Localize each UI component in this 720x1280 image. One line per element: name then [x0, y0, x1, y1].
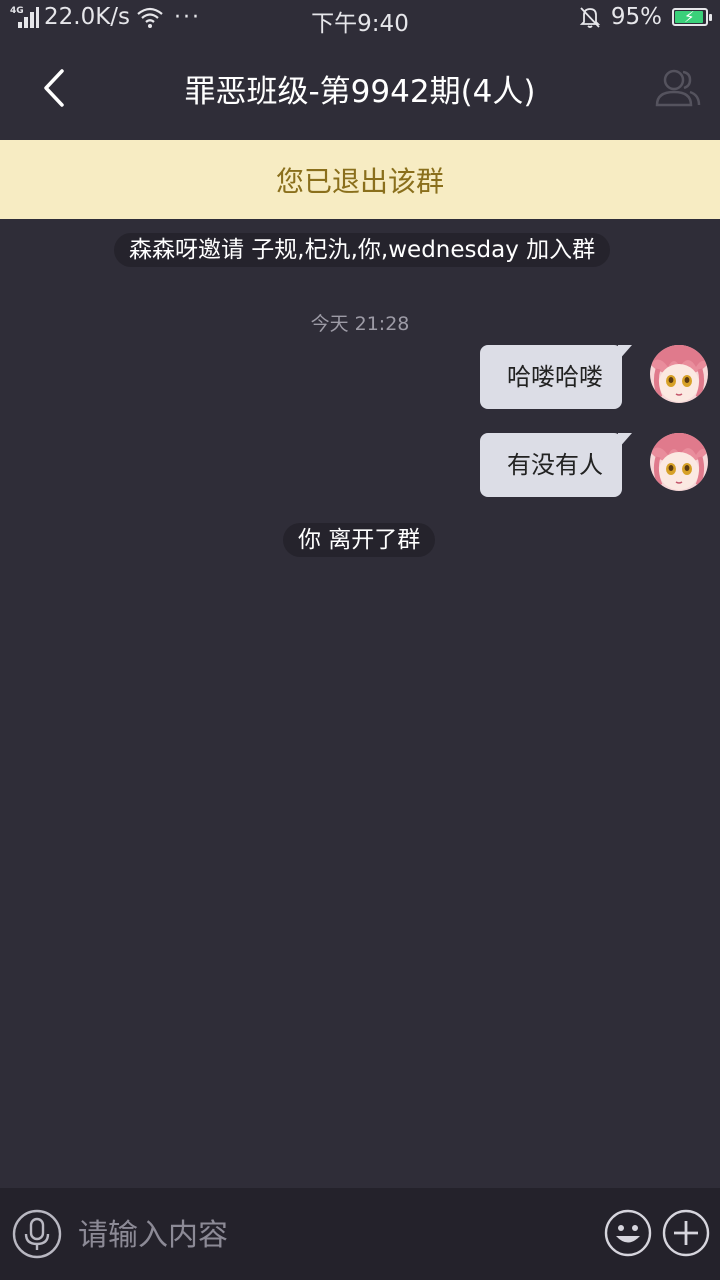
chat-area[interactable]: 森森呀邀请 子规,杞氿,你,wednesday 加入群 今天 21:28 哈喽哈… — [0, 219, 720, 1188]
leave-system-message: 你 离开了群 — [283, 523, 436, 557]
message-row: 有没有人 — [480, 433, 708, 497]
input-bar — [0, 1188, 720, 1280]
battery-percent: 95% — [610, 4, 662, 30]
nav-bar: 罪恶班级-第9942期(4人) — [0, 36, 720, 140]
message-bubble[interactable]: 有没有人 — [480, 433, 632, 497]
left-group-banner: 您已退出该群 — [0, 140, 720, 219]
status-bar: 4G 22.0K/s ··· 下午9:40 95% ⚡ — [0, 0, 720, 37]
anime-avatar-icon — [650, 433, 708, 491]
left-group-notice: 您已退出该群 — [275, 164, 444, 198]
message-row: 哈喽哈喽 — [480, 345, 708, 409]
more-actions-button[interactable] — [662, 1209, 710, 1257]
bubble-tail — [618, 433, 632, 449]
message-text: 哈喽哈喽 — [507, 363, 603, 391]
avatar[interactable] — [650, 345, 708, 403]
message-bubble[interactable]: 哈喽哈喽 — [480, 345, 632, 409]
emoji-button[interactable] — [604, 1209, 652, 1257]
message-timestamp: 今天 21:28 — [310, 313, 410, 335]
avatar[interactable] — [650, 433, 708, 491]
group-members-icon — [655, 69, 701, 107]
group-members-button[interactable] — [652, 64, 704, 112]
message-text: 有没有人 — [507, 451, 603, 479]
microphone-icon — [12, 1209, 62, 1259]
bubble-tail — [618, 345, 632, 361]
battery-icon: ⚡ — [672, 8, 712, 26]
status-right: 95% ⚡ — [579, 4, 712, 30]
anime-avatar-icon — [650, 345, 708, 403]
page-title: 罪恶班级-第9942期(4人) — [184, 74, 536, 110]
smiley-icon — [604, 1209, 652, 1257]
message-input[interactable] — [76, 1208, 580, 1262]
invite-system-message: 森森呀邀请 子规,杞氿,你,wednesday 加入群 — [114, 233, 611, 267]
voice-input-button[interactable] — [12, 1209, 62, 1259]
mute-bell-icon — [579, 7, 601, 28]
back-button[interactable] — [30, 60, 78, 116]
plus-circle-icon — [662, 1209, 710, 1257]
chevron-left-icon — [44, 69, 64, 107]
